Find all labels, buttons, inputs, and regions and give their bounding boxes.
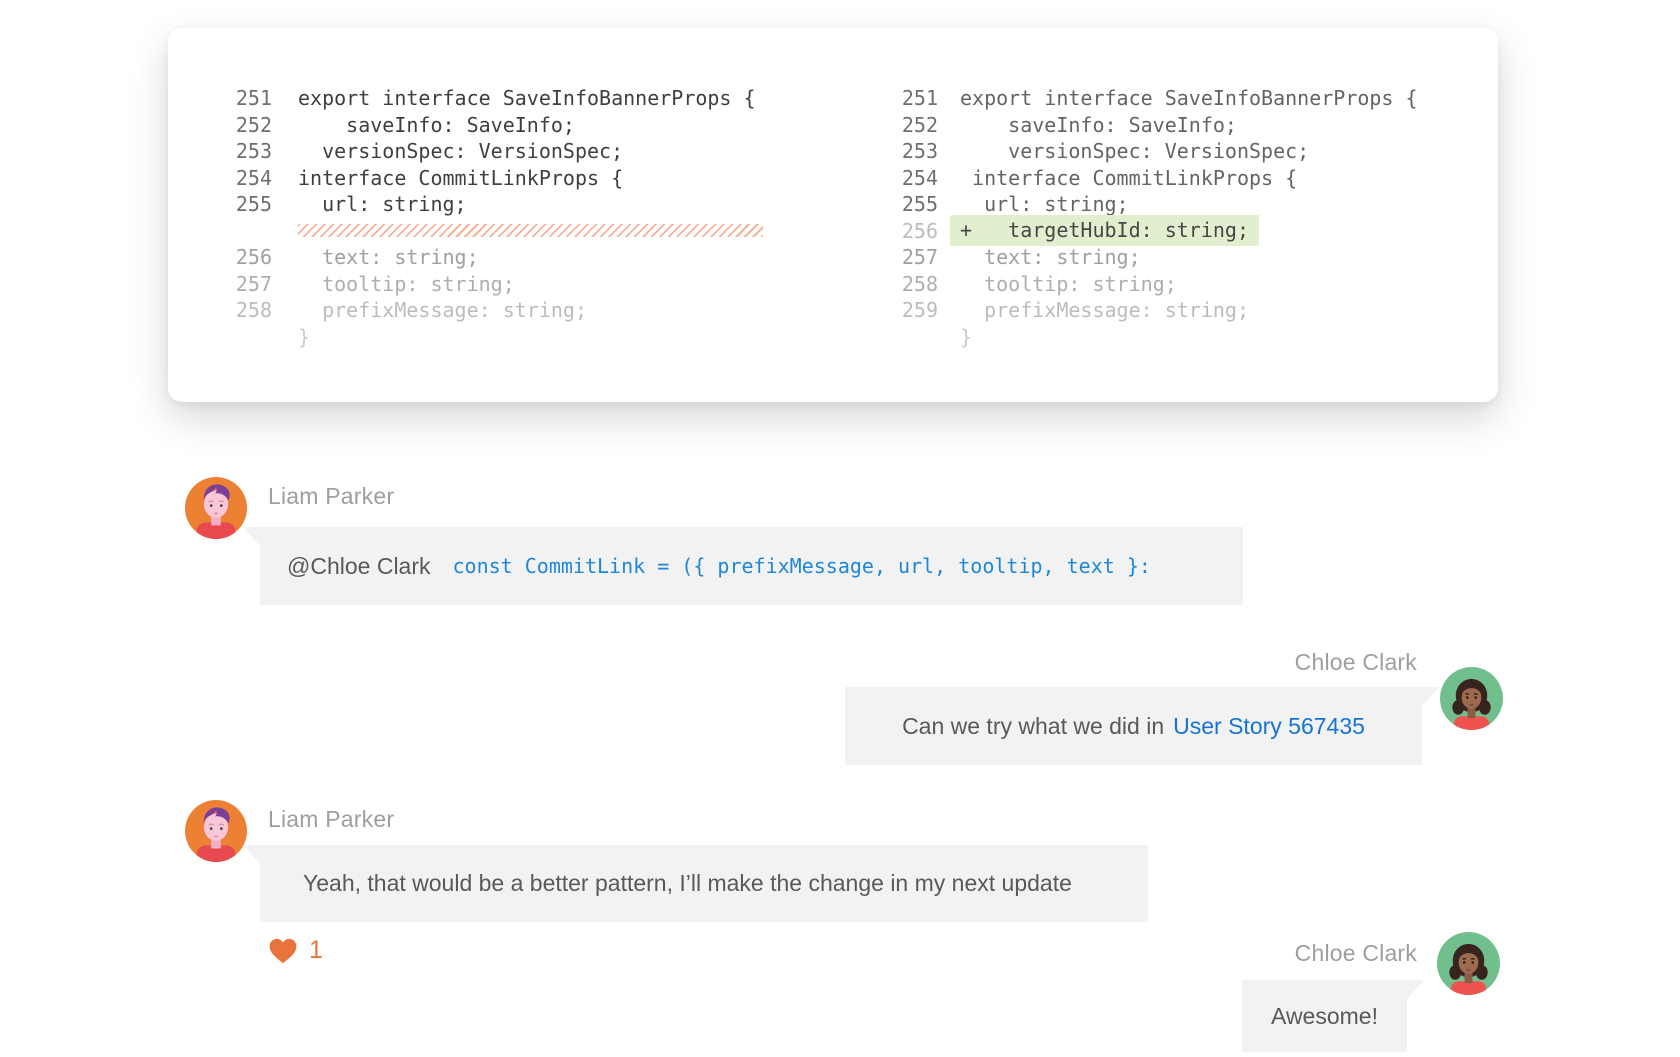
chat-bubble: Can we try what we did in User Story 567… [845,687,1422,765]
line-number: 255 [898,192,938,216]
code-line: 253 versionSpec: VersionSpec; [232,138,763,165]
line-number: 252 [232,113,272,137]
chloe-avatar [1437,932,1500,995]
liam-avatar [185,477,247,539]
line-number: 253 [898,139,938,163]
code-line: 254 interface CommitLinkProps { [232,165,763,192]
code-text: tooltip: string; [298,272,515,296]
line-number: 258 [898,272,938,296]
liam-avatar [185,800,247,862]
line-number: 256 [232,245,272,269]
bubble-tail [243,527,260,546]
code-text: prefixMessage: string; [960,298,1249,322]
code-line: 256 text: string; [232,244,763,271]
line-number: 258 [232,298,272,322]
line-number: 256 [898,219,938,243]
line-number: 253 [232,139,272,163]
line-number: 251 [232,86,272,110]
code-text: } [298,325,310,349]
code-text: versionSpec: VersionSpec; [298,139,623,163]
code-line: 251 export interface SaveInfoBannerProps … [232,85,763,112]
code-text: saveInfo: SaveInfo; [298,113,575,137]
message-author: Liam Parker [268,806,394,833]
message-text: Yeah, that would be a better pattern, I’… [303,870,1072,897]
code-text: tooltip: string; [960,272,1177,296]
line-number: 259 [898,298,938,322]
code-text: text: string; [960,245,1141,269]
reaction-count: 1 [309,936,323,965]
line-number: 257 [898,245,938,269]
code-line: 254 interface CommitLinkProps { [898,165,1418,192]
page: 251 export interface SaveInfoBannerProps … [0,0,1680,1057]
code-text: export interface SaveInfoBannerProps { [960,86,1418,110]
code-line: 255 url: string; [898,191,1418,218]
message-author: Liam Parker [268,483,394,510]
chat-bubble: Awesome! [1242,980,1407,1052]
code-text: text: string; [298,245,479,269]
line-number: 254 [898,166,938,190]
line-number: 252 [898,113,938,137]
bubble-tail [1422,687,1439,706]
code-text: prefixMessage: string; [298,298,587,322]
removed-line-row [232,218,763,245]
removed-line-hatch [298,224,763,237]
line-number: 254 [232,166,272,190]
message-author: Chloe Clark [1295,649,1417,676]
added-code-line: 256 + targetHubId: string; [898,218,1418,245]
diff-pane-original: 251 export interface SaveInfoBannerProps … [232,85,763,350]
code-text: url: string; [298,192,467,216]
code-line: 252 saveInfo: SaveInfo; [898,112,1418,139]
line-number: 251 [898,86,938,110]
user-story-link[interactable]: User Story 567435 [1173,713,1365,740]
heart-icon [268,937,298,964]
code-text: } [960,325,972,349]
code-text: versionSpec: VersionSpec; [960,139,1309,163]
code-text: interface CommitLinkProps { [960,166,1297,190]
code-line: 252 saveInfo: SaveInfo; [232,112,763,139]
diff-pane-modified: 251 export interface SaveInfoBannerProps … [898,85,1418,350]
code-line: } [232,324,763,351]
code-text: interface CommitLinkProps { [298,166,623,190]
code-text: url: string; [960,192,1129,216]
code-line: 257 tooltip: string; [232,271,763,298]
mention-text: @Chloe Clark [287,553,431,580]
diff-card: 251 export interface SaveInfoBannerProps … [168,28,1498,402]
message-text: Awesome! [1271,1003,1378,1030]
code-line: 257 text: string; [898,244,1418,271]
added-line-highlight: + targetHubId: string; [950,215,1259,246]
code-line: 259 prefixMessage: string; [898,297,1418,324]
inline-code-snippet: const CommitLink = ({ prefixMessage, url… [453,554,1151,578]
chat-bubble: Yeah, that would be a better pattern, I’… [260,845,1148,922]
bubble-tail [1407,980,1424,999]
code-line: 258 prefixMessage: string; [232,297,763,324]
code-line: 251 export interface SaveInfoBannerProps … [898,85,1418,112]
code-line: 255 url: string; [232,191,763,218]
chloe-avatar [1440,667,1503,730]
code-text: saveInfo: SaveInfo; [960,113,1237,137]
code-line: 253 versionSpec: VersionSpec; [898,138,1418,165]
code-line: } [898,324,1418,351]
message-author: Chloe Clark [1295,940,1417,967]
message-text: Can we try what we did in [902,713,1164,740]
heart-reaction-button[interactable]: 1 [268,936,323,965]
chat-bubble: @Chloe Clark const CommitLink = ({ prefi… [260,527,1243,605]
bubble-tail [243,845,260,864]
code-text: export interface SaveInfoBannerProps { [298,86,756,110]
line-number: 257 [232,272,272,296]
code-line: 258 tooltip: string; [898,271,1418,298]
line-number: 255 [232,192,272,216]
